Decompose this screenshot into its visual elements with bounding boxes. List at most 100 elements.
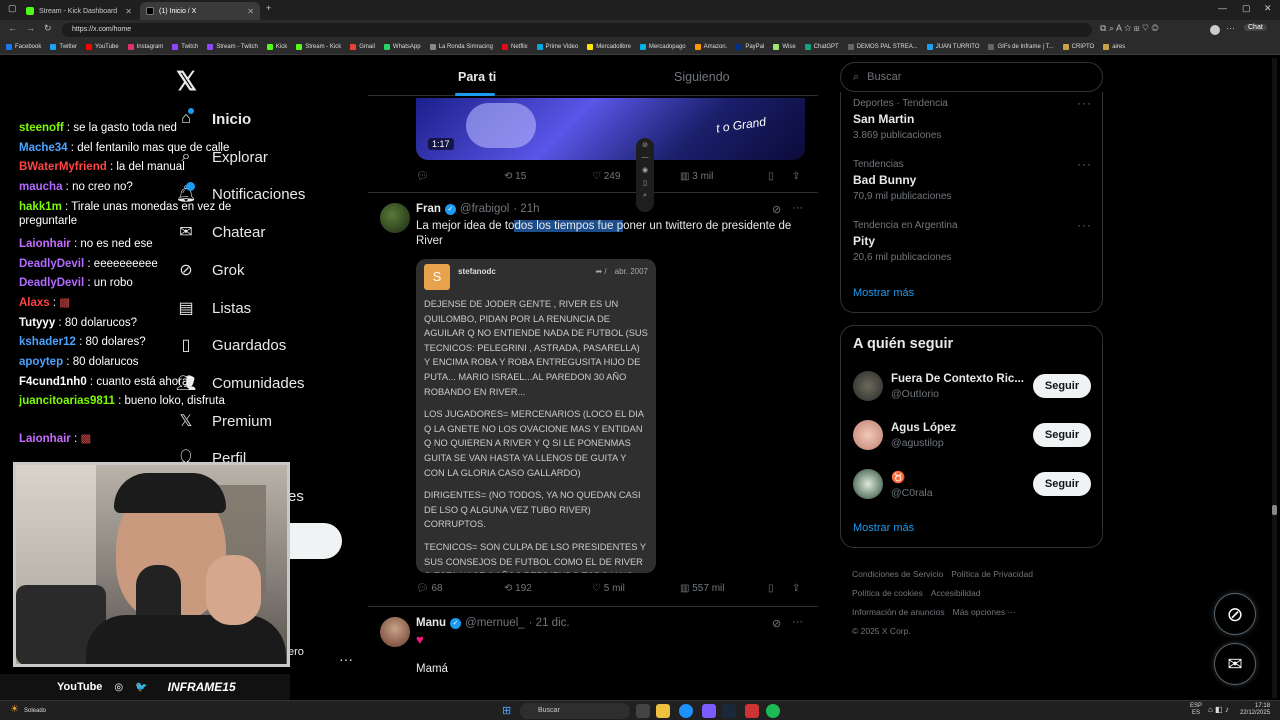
- spotify-icon[interactable]: [766, 704, 780, 718]
- language-indicator[interactable]: ESP ES: [1190, 703, 1202, 717]
- chat-username[interactable]: BWaterMyfriend: [19, 161, 107, 173]
- obs-icon[interactable]: [745, 704, 759, 718]
- search-input[interactable]: Buscar: [867, 71, 901, 83]
- follow-handle[interactable]: @agustilop: [891, 437, 956, 449]
- chat-username[interactable]: Alaxs: [19, 297, 50, 309]
- follow-button[interactable]: Seguir: [1033, 423, 1091, 447]
- task-view-icon[interactable]: [636, 704, 650, 718]
- scrollbar-track[interactable]: [1272, 58, 1277, 698]
- new-tab-icon[interactable]: +: [266, 3, 271, 13]
- footer-link[interactable]: Más opciones ···: [953, 607, 1016, 617]
- discord-icon[interactable]: [702, 704, 716, 718]
- bookmark-item[interactable]: PayPal: [736, 44, 764, 50]
- bookmark-item[interactable]: Stream - Kick: [296, 44, 341, 50]
- bookmark-item[interactable]: DEMOS PAL STREA...: [847, 44, 918, 50]
- chat-username[interactable]: maucha: [19, 181, 62, 193]
- system-tray-icons[interactable]: ⌂ ◧ ♪: [1208, 705, 1229, 714]
- bookmark-item[interactable]: Wise: [773, 44, 796, 50]
- reply-icon[interactable]: 💬︎: [416, 171, 429, 182]
- trend-item[interactable]: Tendencia en Argentina Pity 20,6 mil publi…: [853, 220, 958, 263]
- bookmark-item[interactable]: Kick: [266, 44, 287, 50]
- post-fran[interactable]: Fran ✓ @frabigol · 21h ⊘ ··· La mejor id…: [368, 193, 818, 607]
- url-input[interactable]: https://x.com/home: [62, 23, 1092, 37]
- avatar[interactable]: [380, 203, 410, 233]
- repost-button[interactable]: ⟲ 15: [504, 171, 526, 182]
- weather-icon[interactable]: ☀: [10, 704, 19, 715]
- bookmark-icon[interactable]: ▯: [768, 171, 774, 182]
- bookmark-item[interactable]: Netflix: [501, 44, 528, 50]
- profile-avatar[interactable]: [1210, 25, 1220, 35]
- author-name[interactable]: Fran: [416, 203, 441, 215]
- bookmark-item[interactable]: Stream - Twitch: [207, 44, 258, 50]
- scrollbar-thumb[interactable]: [1272, 505, 1277, 515]
- copilot-chat-button[interactable]: Chat: [1244, 24, 1267, 31]
- bookmark-item[interactable]: WhatsApp: [383, 44, 421, 50]
- follow-name[interactable]: Agus López: [891, 422, 956, 434]
- follow-show-more-link[interactable]: Mostrar más: [853, 522, 914, 534]
- footer-link[interactable]: Condiciones de Servicio: [852, 569, 943, 579]
- x-logo-icon[interactable]: 𝕏: [176, 66, 197, 97]
- edge-icon[interactable]: [679, 704, 693, 718]
- account-more-icon[interactable]: ···: [339, 651, 353, 667]
- chat-username[interactable]: juancitoarias9811: [19, 395, 115, 407]
- bookmark-item[interactable]: Twitch: [172, 44, 198, 50]
- floating-toolbar[interactable]: ⊘ — ◉ ▯ ⌕: [636, 138, 654, 212]
- trend-more-icon[interactable]: ···: [1077, 157, 1092, 171]
- grok-float-button[interactable]: ⊘: [1214, 593, 1256, 635]
- bookmark-item[interactable]: Prime Video: [536, 44, 578, 50]
- reply-button[interactable]: 💬︎ 68: [416, 583, 443, 594]
- like-button[interactable]: ♡ 5 mil: [592, 583, 625, 594]
- follow-name[interactable]: ♉: [891, 470, 933, 484]
- bookmark-icon[interactable]: ▯: [768, 583, 774, 594]
- account-name-partial[interactable]: ero: [288, 646, 304, 658]
- bookmark-item[interactable]: YouTube: [86, 44, 119, 50]
- close-window-icon[interactable]: ✕: [1264, 3, 1272, 14]
- avatar[interactable]: [853, 469, 883, 499]
- bookmark-item[interactable]: CRIPTO: [1062, 44, 1094, 50]
- avatar[interactable]: [853, 371, 883, 401]
- chat-username[interactable]: hakk1m: [19, 201, 62, 213]
- follow-name[interactable]: Fuera De Contexto Ric...: [891, 373, 1024, 385]
- minimize-icon[interactable]: —: [1218, 3, 1227, 13]
- chat-username[interactable]: Tutyyy: [19, 317, 55, 329]
- menu-icon[interactable]: ⋯: [1226, 23, 1235, 34]
- trend-item[interactable]: Tendencias Bad Bunny 70,9 mil publicacione…: [853, 159, 951, 202]
- trends-show-more-link[interactable]: Mostrar más: [853, 287, 914, 299]
- nav-premium[interactable]: 𝕏 Premium: [176, 411, 272, 431]
- bookmark-item[interactable]: Mercadopago: [639, 44, 686, 50]
- follow-suggestion[interactable]: Fuera De Contexto Ric... @OutIorio: [853, 371, 1024, 401]
- chat-username[interactable]: F4cund1nh0: [19, 376, 87, 388]
- copy-icon[interactable]: ▯: [643, 179, 647, 187]
- tab-para-ti[interactable]: Para ti: [458, 70, 496, 84]
- post-more-icon[interactable]: ···: [792, 202, 803, 214]
- weather-text[interactable]: Soleado: [24, 708, 46, 714]
- close-tab-icon[interactable]: ✕: [125, 7, 132, 16]
- bookmark-item[interactable]: Twitter: [50, 44, 77, 50]
- avatar[interactable]: [380, 617, 410, 647]
- follow-handle[interactable]: @OutIorio: [891, 388, 1024, 400]
- grok-icon[interactable]: ⊘: [772, 203, 781, 216]
- search-box[interactable]: ⌕ Buscar: [840, 62, 1103, 92]
- tab-siguiendo[interactable]: Siguiendo: [674, 70, 730, 84]
- chat-username[interactable]: DeadlyDevil: [19, 277, 84, 289]
- bookmark-item[interactable]: La Ronda Simracing: [429, 44, 493, 50]
- post-manu[interactable]: Manu ✓ @mernuel_ · 21 dic. ⊘ ··· ♥ Mamá: [368, 607, 818, 700]
- post-more-icon[interactable]: ···: [792, 616, 803, 628]
- tab-x-home[interactable]: (1) Inicio / X ✕: [140, 2, 260, 20]
- file-explorer-icon[interactable]: [656, 704, 670, 718]
- views-button[interactable]: ▥ 557 mil: [680, 583, 724, 594]
- bookmark-item[interactable]: Instagram: [127, 44, 163, 50]
- bookmark-item[interactable]: GIFs de Inframe | T...: [988, 44, 1054, 50]
- follow-suggestion[interactable]: Agus López @agustilop: [853, 420, 956, 450]
- chat-username[interactable]: kshader12: [19, 336, 76, 348]
- clock[interactable]: 17:18 22/12/2025: [1240, 703, 1270, 717]
- repost-button[interactable]: ⟲ 192: [504, 583, 532, 594]
- bookmark-item[interactable]: ChatGPT: [804, 44, 839, 50]
- post-time[interactable]: · 21 dic.: [529, 617, 570, 629]
- forward-icon[interactable]: →: [26, 23, 35, 33]
- author-handle[interactable]: @frabigol: [460, 203, 509, 215]
- video-thumbnail[interactable]: t o Grand 1:17: [416, 98, 805, 160]
- share-icon[interactable]: ⇪: [792, 583, 800, 594]
- more-nav-label-partial[interactable]: es: [288, 488, 304, 505]
- trend-item[interactable]: Deportes · Tendencia San Martin 3.869 publ…: [853, 98, 948, 141]
